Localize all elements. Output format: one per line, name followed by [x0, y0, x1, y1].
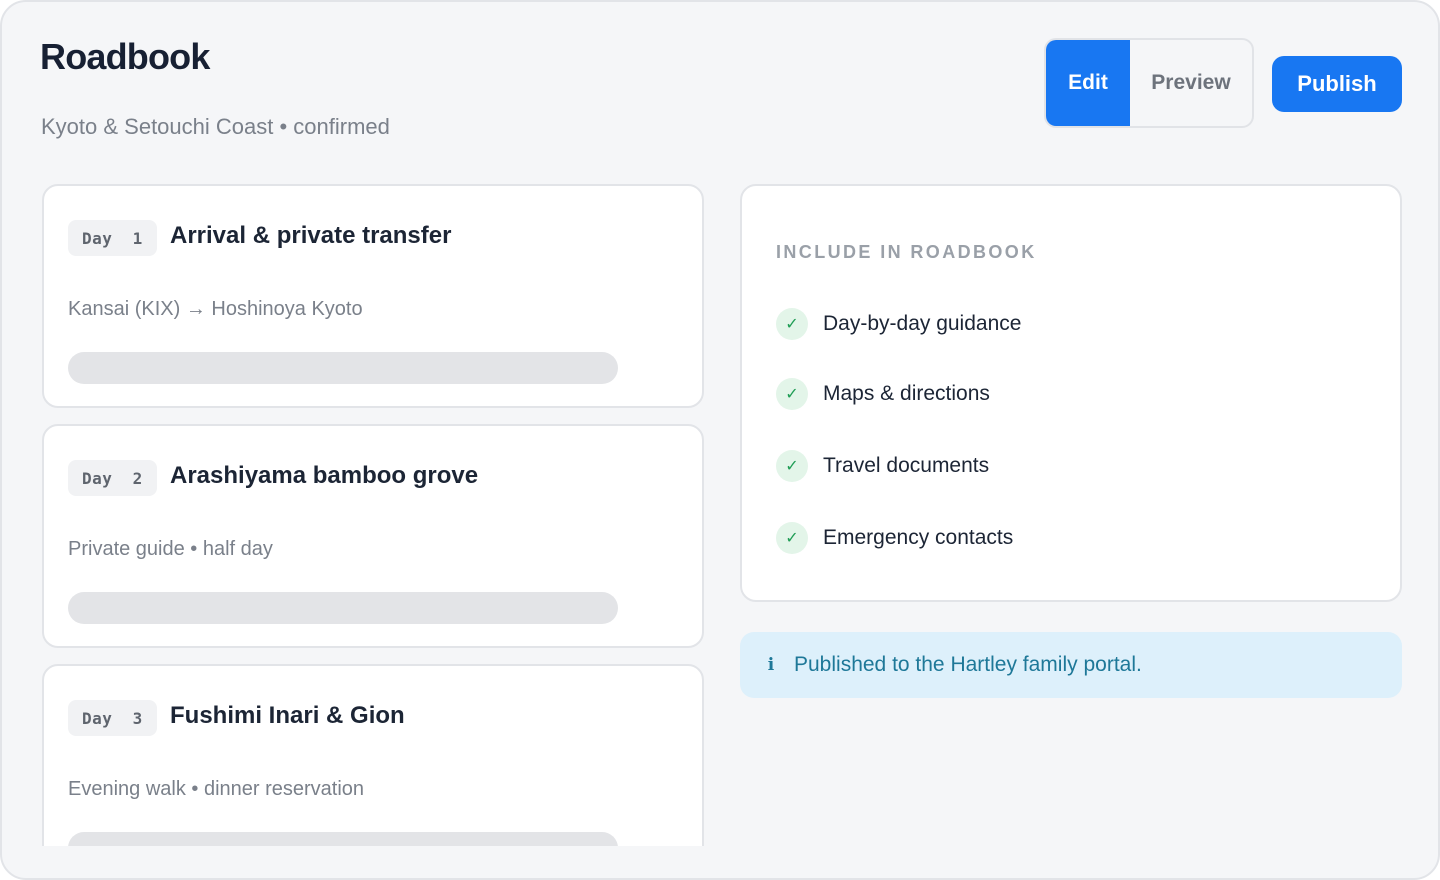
mode-toggle: Edit Preview [1044, 38, 1254, 128]
day-list: Day 1 Arrival & private transfer Kansai … [42, 184, 706, 846]
include-option-day-by-day-guidance[interactable]: ✓ Day-by-day guidance [776, 308, 1021, 340]
include-option-label: Maps & directions [823, 382, 990, 405]
day-description: Private guide • half day [68, 538, 273, 560]
day-card[interactable]: Day 2 Arashiyama bamboo grove Private gu… [42, 424, 704, 648]
include-option-label: Travel documents [823, 454, 990, 477]
publish-notice: i Published to the Hartley family portal… [740, 632, 1402, 698]
day-badge: Day 3 [68, 700, 157, 736]
info-icon: i [767, 655, 775, 675]
preview-mode-button[interactable]: Preview [1130, 40, 1252, 126]
day-description: Evening walk • dinner reservation [68, 778, 365, 800]
roadbook-panel: Roadbook Kyoto & Setouchi Coast • confir… [0, 0, 1440, 880]
day-badge: Day 1 [68, 220, 157, 256]
page-subtitle: Kyoto & Setouchi Coast • confirmed [41, 114, 390, 139]
day-card[interactable]: Day 3 Fushimi Inari & Gion Evening walk … [42, 664, 704, 846]
day-title: Arashiyama bamboo grove [170, 462, 479, 489]
day-badge: Day 2 [68, 460, 157, 496]
page-title: Roadbook [40, 36, 210, 77]
publish-button[interactable]: Publish [1272, 56, 1402, 112]
day-title: Fushimi Inari & Gion [170, 702, 405, 729]
include-option-label: Emergency contacts [823, 526, 1014, 549]
day-placeholder-bar [68, 832, 618, 846]
day-card[interactable]: Day 1 Arrival & private transfer Kansai … [42, 184, 704, 408]
include-options-card: INCLUDE IN ROADBOOK ✓ Day-by-day guidanc… [740, 184, 1402, 602]
day-placeholder-bar [68, 592, 618, 624]
include-section-heading: INCLUDE IN ROADBOOK [776, 242, 1037, 262]
check-icon[interactable]: ✓ [776, 450, 808, 482]
notice-text: Published to the Hartley family portal. [794, 653, 1142, 676]
edit-mode-button[interactable]: Edit [1046, 40, 1130, 126]
include-option-travel-documents[interactable]: ✓ Travel documents [776, 450, 989, 482]
include-option-emergency-contacts[interactable]: ✓ Emergency contacts [776, 522, 1013, 554]
include-option-maps-directions[interactable]: ✓ Maps & directions [776, 378, 990, 410]
day-title: Arrival & private transfer [170, 222, 452, 249]
check-icon[interactable]: ✓ [776, 378, 808, 410]
check-icon[interactable]: ✓ [776, 308, 808, 340]
check-icon[interactable]: ✓ [776, 522, 808, 554]
day-description: Kansai (KIX) → Hoshinoya Kyoto [68, 298, 363, 320]
include-option-label: Day-by-day guidance [823, 312, 1022, 335]
day-placeholder-bar [68, 352, 618, 384]
